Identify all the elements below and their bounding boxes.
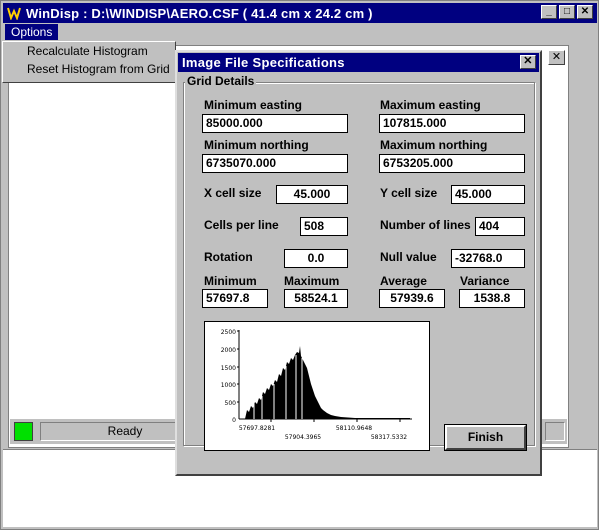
menu-options[interactable]: Options: [5, 24, 59, 40]
min-northing-field[interactable]: 6735070.000: [202, 154, 348, 173]
menu-item-reset-histogram[interactable]: Reset Histogram from Grid: [3, 60, 175, 78]
y-cell-size-label: Y cell size: [380, 186, 438, 200]
document-close-button[interactable]: ✕: [548, 50, 565, 65]
status-indicator: [14, 422, 33, 441]
cells-per-line-label: Cells per line: [204, 218, 279, 232]
histogram-plot: 2500 2000 1500 1000 500 0 57697.8281 579…: [204, 321, 430, 451]
minimum-field[interactable]: 57697.8: [202, 289, 268, 308]
minimum-label: Minimum: [204, 274, 257, 288]
variance-field[interactable]: 1538.8: [459, 289, 525, 308]
menu-item-recalculate-histogram[interactable]: Recalculate Histogram: [3, 42, 175, 60]
max-easting-label: Maximum easting: [380, 98, 481, 112]
number-of-lines-field[interactable]: 404: [475, 217, 525, 236]
max-northing-label: Maximum northing: [380, 138, 488, 152]
y-tick-0: 0: [232, 417, 236, 424]
window-title: WinDisp : D:\WINDISP\AERO.CSF ( 41.4 cm …: [26, 5, 373, 21]
maximum-field[interactable]: 58524.1: [284, 289, 348, 308]
title-bar[interactable]: WinDisp : D:\WINDISP\AERO.CSF ( 41.4 cm …: [3, 3, 597, 23]
image-file-specifications-dialog: Image File Specifications ✕ Grid Details…: [175, 50, 542, 476]
histogram-svg: 2500 2000 1500 1000 500 0 57697.8281 579…: [221, 329, 412, 441]
min-northing-label: Minimum northing: [204, 138, 309, 152]
y-tick-500: 500: [225, 400, 237, 407]
finish-button[interactable]: Finish: [444, 424, 527, 451]
number-of-lines-label: Number of lines: [380, 218, 471, 232]
histogram-bars: [239, 346, 410, 419]
close-button[interactable]: ✕: [577, 5, 593, 19]
y-cell-size-field[interactable]: 45.000: [451, 185, 525, 204]
maximum-label: Maximum: [284, 274, 340, 288]
menu-bar: Options: [3, 23, 597, 42]
x-tick-4: 58317.5332: [371, 434, 407, 441]
dialog-title[interactable]: Image File Specifications ✕: [178, 53, 539, 72]
dialog-title-text: Image File Specifications: [182, 55, 345, 70]
average-field[interactable]: 57939.6: [379, 289, 445, 308]
average-label: Average: [380, 274, 427, 288]
y-tick-1000: 1000: [221, 382, 236, 389]
rotation-field[interactable]: 0.0: [284, 249, 348, 268]
variance-label: Variance: [460, 274, 510, 288]
grid-details-label: Grid Details: [185, 74, 257, 88]
min-easting-label: Minimum easting: [204, 98, 303, 112]
max-easting-field[interactable]: 107815.000: [379, 114, 525, 133]
null-value-field[interactable]: -32768.0: [451, 249, 525, 268]
maximize-button[interactable]: □: [559, 5, 575, 19]
y-tick-2500: 2500: [221, 329, 236, 336]
cells-per-line-field[interactable]: 508: [300, 217, 348, 236]
null-value-label: Null value: [380, 250, 437, 264]
min-easting-field[interactable]: 85000.000: [202, 114, 348, 133]
minimize-button[interactable]: _: [541, 5, 557, 19]
x-cell-size-field[interactable]: 45.000: [276, 185, 348, 204]
options-dropdown-menu: Recalculate Histogram Reset Histogram fr…: [2, 41, 176, 83]
y-tick-2000: 2000: [221, 347, 236, 354]
status-panel: [545, 422, 565, 441]
y-tick-1500: 1500: [221, 365, 236, 372]
x-tick-2: 57904.3965: [285, 434, 321, 441]
x-tick-3: 58110.9648: [336, 425, 372, 432]
rotation-label: Rotation: [204, 250, 253, 264]
x-tick-1: 57697.8281: [239, 425, 275, 432]
windisp-app-icon[interactable]: [6, 5, 22, 21]
x-cell-size-label: X cell size: [204, 186, 262, 200]
dialog-close-button[interactable]: ✕: [520, 55, 536, 69]
max-northing-field[interactable]: 6753205.000: [379, 154, 525, 173]
